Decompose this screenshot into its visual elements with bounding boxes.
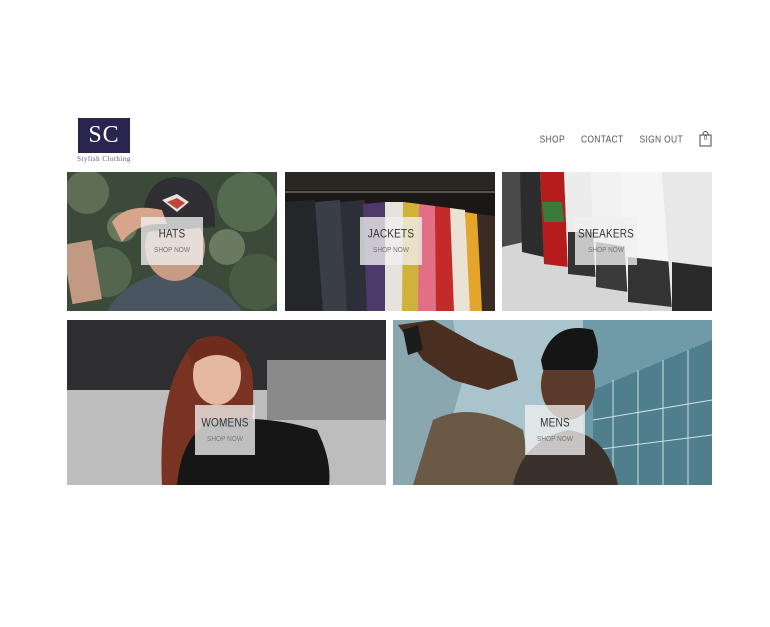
- category-tile-womens[interactable]: WOMENS SHOP NOW: [67, 320, 386, 485]
- nav-contact[interactable]: CONTACT: [581, 133, 624, 145]
- mens-shop-now-link[interactable]: SHOP NOW: [537, 435, 573, 443]
- womens-shop-now-link[interactable]: SHOP NOW: [207, 435, 243, 443]
- cart-count: 0: [703, 136, 708, 142]
- hats-card: HATS SHOP NOW: [141, 217, 203, 265]
- category-tile-mens[interactable]: MENS SHOP NOW: [393, 320, 712, 485]
- category-tile-jackets[interactable]: JACKETS SHOP NOW: [285, 172, 495, 311]
- nav-shop[interactable]: SHOP: [540, 133, 565, 145]
- sneakers-card: SNEAKERS SHOP NOW: [575, 217, 637, 265]
- main-nav: SHOP CONTACT SIGN OUT 0: [540, 131, 712, 147]
- sneakers-title: SNEAKERS: [577, 227, 635, 241]
- logo-mark: SC: [78, 118, 130, 153]
- mens-image: [393, 320, 712, 485]
- hats-title: HATS: [158, 227, 186, 241]
- brand-name: Stylish Clothing: [77, 155, 131, 163]
- nav-sign-out[interactable]: SIGN OUT: [640, 133, 684, 145]
- womens-card: WOMENS SHOP NOW: [195, 405, 255, 455]
- brand-logo[interactable]: SC Stylish Clothing: [73, 118, 135, 164]
- hats-shop-now-link[interactable]: SHOP NOW: [154, 246, 190, 254]
- category-tile-sneakers[interactable]: SNEAKERS SHOP NOW: [502, 172, 712, 311]
- womens-title: WOMENS: [201, 416, 249, 430]
- jackets-title: JACKETS: [367, 227, 415, 241]
- mens-title: MENS: [540, 416, 570, 430]
- jackets-card: JACKETS SHOP NOW: [360, 217, 422, 265]
- category-tile-hats[interactable]: HATS SHOP NOW: [67, 172, 277, 311]
- cart-button[interactable]: 0: [699, 131, 712, 147]
- mens-card: MENS SHOP NOW: [525, 405, 585, 455]
- shop-homepage: SC Stylish Clothing SHOP CONTACT SIGN OU…: [0, 0, 770, 627]
- jackets-shop-now-link[interactable]: SHOP NOW: [373, 246, 409, 254]
- sneakers-shop-now-link[interactable]: SHOP NOW: [588, 246, 624, 254]
- womens-image: [67, 320, 386, 485]
